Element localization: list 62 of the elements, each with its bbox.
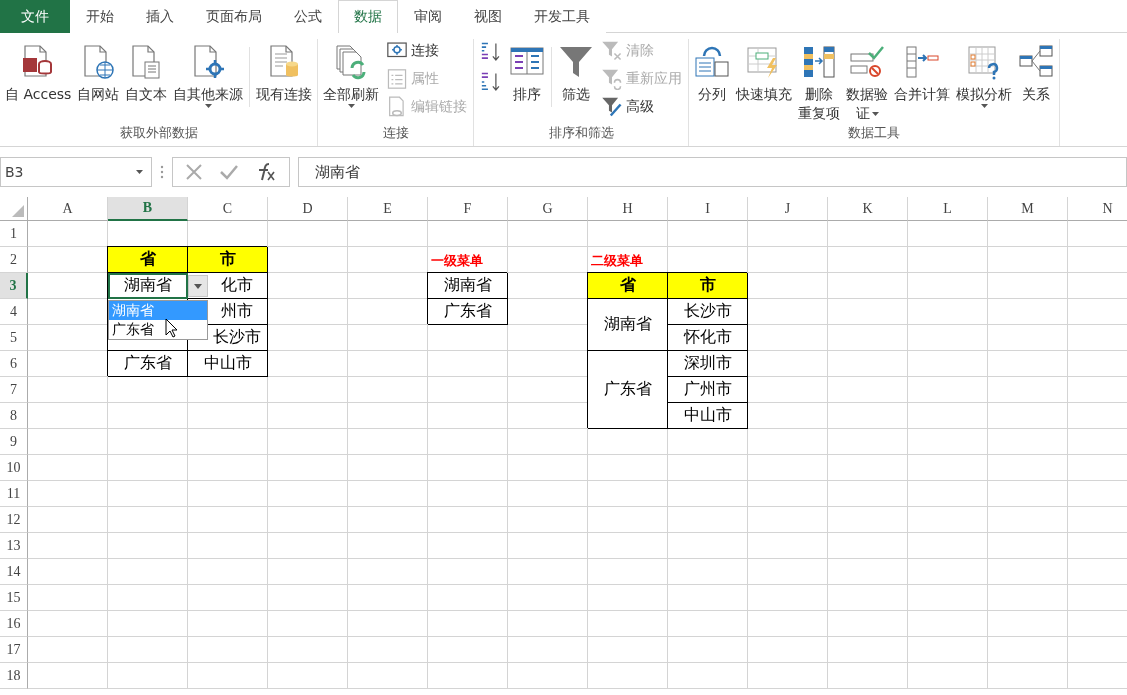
table-title: 一级菜单 bbox=[430, 252, 484, 270]
ribbon-button[interactable]: 删除 重复项 bbox=[795, 39, 844, 123]
formula-input[interactable]: 湖南省 bbox=[298, 157, 1127, 187]
ribbon-button[interactable]: 快速填充 bbox=[733, 39, 796, 104]
ribbon-button[interactable]: 数据验 证 bbox=[843, 39, 892, 123]
table-cell: 广东省 bbox=[108, 351, 188, 377]
table-cell: 湖南省 bbox=[108, 273, 188, 299]
caret-icon bbox=[136, 170, 143, 174]
table-cell: 广东省 bbox=[428, 299, 508, 325]
table-title: 二级菜单 bbox=[590, 252, 644, 270]
group-label: 排序和筛选 bbox=[547, 124, 615, 142]
table-cell: 长沙市 bbox=[668, 299, 748, 325]
group-label: 获取外部数据 bbox=[118, 124, 199, 142]
ribbon-button[interactable]: 自网站 bbox=[74, 39, 123, 104]
grip-dots-icon bbox=[160, 165, 164, 179]
dropdown-arrow-button[interactable] bbox=[188, 275, 208, 297]
name-box[interactable]: B3 bbox=[0, 157, 152, 187]
table-cell: 广东省 bbox=[588, 351, 668, 429]
file-menu-tab[interactable]: 文件 bbox=[0, 0, 70, 33]
properties-list-icon bbox=[386, 68, 409, 90]
header-cell: 市 bbox=[668, 273, 748, 299]
ribbon-button[interactable]: 自 Access bbox=[2, 39, 75, 104]
clear-filter-icon bbox=[601, 40, 624, 62]
ribbon-button[interactable]: 分列 bbox=[691, 39, 734, 104]
group-label: 数据工具 bbox=[847, 124, 902, 142]
table-cell: 中山市 bbox=[188, 351, 268, 377]
ribbon-button[interactable]: 合并计算 bbox=[891, 39, 954, 104]
filter-funnel-icon bbox=[558, 44, 595, 80]
caret-icon bbox=[194, 283, 202, 289]
check-icon[interactable] bbox=[219, 163, 239, 181]
ribbon-tab[interactable]: 数据 bbox=[338, 0, 398, 33]
table-cell: 湖南省 bbox=[588, 299, 668, 351]
data-validation-icon bbox=[849, 44, 886, 80]
table-cell: 怀化市 bbox=[668, 325, 748, 351]
split-columns-icon bbox=[694, 44, 731, 80]
table-cell: 湖南省 bbox=[428, 273, 508, 299]
ribbon-button[interactable]: 自文本 bbox=[122, 39, 171, 104]
ribbon-button[interactable]: 关系 bbox=[1015, 39, 1058, 104]
ribbon-button[interactable]: 模拟分析 bbox=[953, 39, 1016, 108]
row-header[interactable]: 3 bbox=[0, 273, 28, 299]
remove-duplicates-icon bbox=[801, 44, 838, 80]
ribbon-small-button[interactable]: 高级 bbox=[601, 95, 683, 119]
triangle-icon bbox=[12, 205, 24, 217]
ribbon-button[interactable]: 筛选 bbox=[555, 39, 598, 104]
mouse-pointer-icon bbox=[165, 318, 178, 338]
ribbon-button[interactable]: 自其他来源 bbox=[170, 39, 247, 108]
table-cell: 中山市 bbox=[668, 403, 748, 429]
ribbon-button[interactable]: 全部刷新 bbox=[320, 39, 383, 108]
reapply-filter-icon bbox=[601, 68, 624, 90]
ribbon-button[interactable]: 现有连接 bbox=[253, 39, 316, 104]
ribbon-small-button[interactable]: 连接 bbox=[386, 39, 468, 63]
ribbon-button[interactable]: 排序 bbox=[506, 39, 549, 104]
header-cell: 省 bbox=[588, 273, 668, 299]
table-cell: 广州市 bbox=[668, 377, 748, 403]
table-cell: 深圳市 bbox=[668, 351, 748, 377]
header-cell: 市 bbox=[188, 247, 268, 273]
group-label: 连接 bbox=[381, 124, 410, 142]
relationships-icon bbox=[1018, 44, 1055, 80]
consolidate-icon bbox=[904, 44, 941, 80]
advanced-filter-icon bbox=[601, 96, 624, 118]
header-cell: 省 bbox=[108, 247, 188, 273]
column-header[interactable]: B bbox=[108, 197, 188, 221]
